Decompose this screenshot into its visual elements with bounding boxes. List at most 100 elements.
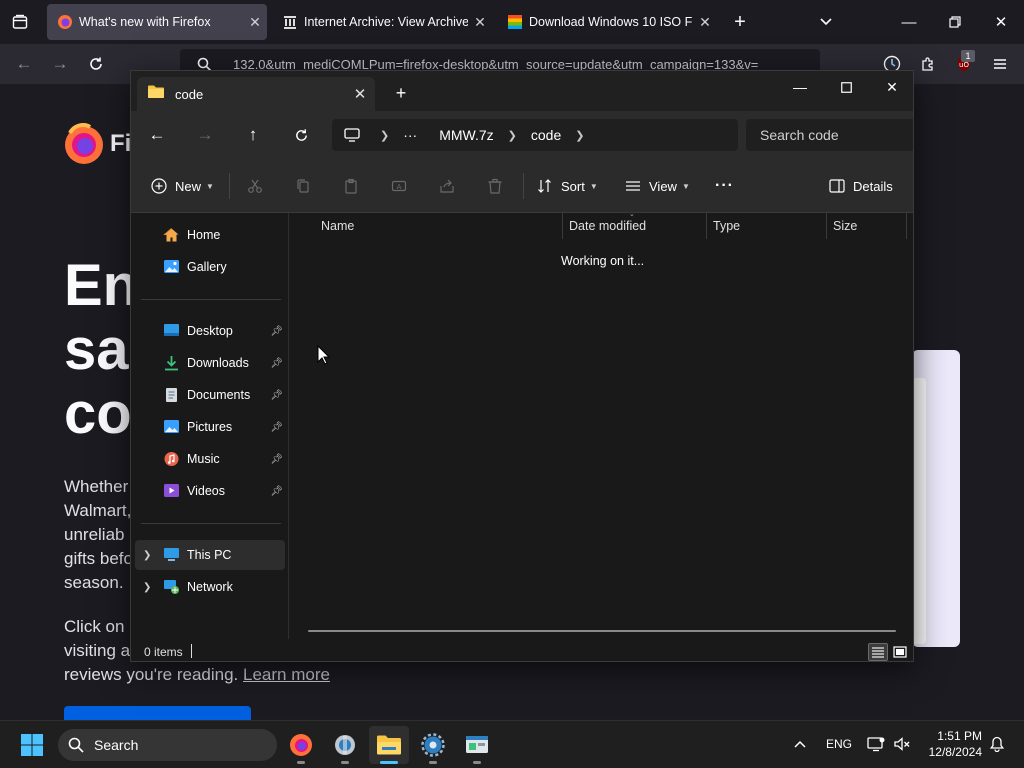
close-tab-icon[interactable]: ✕ [693,14,717,31]
delete-button[interactable] [487,171,503,201]
close-window-icon[interactable]: ✕ [869,71,913,103]
desktop-icon [163,323,181,339]
cta-button[interactable] [64,706,251,720]
see-more-button[interactable]: ··· [715,171,734,201]
view-button[interactable]: View ▼ [625,171,690,201]
taskbar-settings[interactable] [413,726,453,764]
refresh-icon[interactable] [282,117,320,153]
pin-icon[interactable]: 📌︎ [270,326,283,337]
list-all-tabs-icon[interactable] [808,4,844,40]
close-tab-icon[interactable]: ✕ [345,85,375,103]
mouse-cursor-icon [317,344,331,370]
tab-windows-iso[interactable]: Download Windows 10 ISO File ✕ [497,4,717,40]
extensions-icon[interactable] [910,44,946,84]
nav-item-home[interactable]: Home [135,220,285,250]
nav-item-videos[interactable]: Videos 📌︎ [135,476,285,506]
tab-internet-archive[interactable]: Internet Archive: View Archive ✕ [272,4,492,40]
app-menu-icon[interactable] [982,44,1018,84]
nav-item-documents[interactable]: Documents 📌︎ [135,380,285,410]
search-input[interactable]: Search code [746,119,913,151]
minimize-icon[interactable]: — [777,71,823,103]
pictures-icon [163,419,181,435]
chevron-right-icon[interactable]: ❯ [569,129,590,142]
tab-title: Internet Archive: View Archive [304,15,468,29]
chevron-right-icon[interactable]: ❯ [374,129,395,142]
explorer-tab-code[interactable]: code ✕ [137,77,375,111]
back-icon[interactable]: ← [6,44,42,84]
maximize-icon[interactable] [823,71,869,103]
column-divider[interactable] [906,213,907,239]
back-icon[interactable]: ← [138,117,176,153]
firefox-view-icon[interactable] [2,4,38,40]
copy-button[interactable] [295,171,311,201]
network-status-icon[interactable] [862,730,890,758]
tiles-view-button[interactable] [890,643,910,661]
column-header-size[interactable]: Size [827,213,906,239]
breadcrumb-overflow[interactable]: ··· [395,127,425,143]
close-tab-icon[interactable]: ✕ [243,14,267,31]
tab-whats-new[interactable]: What's new with Firefox ✕ [47,4,267,40]
system-clock[interactable]: 1:51 PM 12/8/2024 [906,728,982,760]
chevron-right-icon[interactable]: ❯ [143,582,151,593]
pin-icon[interactable]: 📌︎ [270,422,283,433]
notification-bell-icon[interactable] [986,730,1008,758]
taskbar-rufus[interactable] [325,726,365,764]
reload-icon[interactable] [78,44,114,84]
learn-more-link[interactable]: Learn more [243,665,330,684]
details-pane-icon [829,179,845,193]
column-header-name[interactable]: Name [315,213,561,239]
taskbar-file-explorer[interactable] [369,726,409,764]
horizontal-scrollbar[interactable] [308,630,896,632]
address-bar[interactable]: ❯ ··· MMW.7z ❯ code ❯ [332,119,738,151]
pin-icon[interactable]: 📌︎ [270,390,283,401]
breadcrumb-item[interactable]: MMW.7z [431,127,501,143]
share-button[interactable] [439,171,455,201]
new-tab-icon[interactable]: + [389,81,413,105]
taskbar-search[interactable]: Search [58,729,277,761]
taskbar-control-panel[interactable] [457,726,497,764]
nav-item-this-pc[interactable]: ❯ This PC [135,540,285,570]
rename-button[interactable]: A [391,171,407,201]
paste-button[interactable] [343,171,359,201]
close-tab-icon[interactable]: ✕ [468,14,492,31]
taskbar-firefox[interactable] [281,726,321,764]
nav-item-downloads[interactable]: Downloads 📌︎ [135,348,285,378]
nav-item-label: Music [187,452,220,466]
search-icon [68,737,84,753]
close-window-icon[interactable]: ✕ [978,0,1024,44]
chevron-right-icon[interactable]: ❯ [502,129,523,142]
start-button[interactable] [12,726,52,764]
new-tab-icon[interactable]: + [722,4,758,40]
language-indicator[interactable]: ENG [822,730,856,758]
nav-item-gallery[interactable]: Gallery [135,252,285,282]
forward-icon[interactable]: → [42,44,78,84]
chevron-right-icon[interactable]: ❯ [143,550,151,561]
nav-item-label: This PC [187,548,232,562]
new-button[interactable]: New ▼ [151,171,214,201]
details-view-button[interactable] [868,643,888,661]
restore-icon[interactable] [932,0,978,44]
column-header-type[interactable]: Type [707,213,826,239]
firefox-icon [290,734,312,756]
nav-item-network[interactable]: ❯ Network [135,572,285,602]
details-button[interactable]: Details [829,171,893,201]
up-icon[interactable]: ↑ [234,117,272,153]
divider [523,173,524,199]
nav-item-desktop[interactable]: Desktop 📌︎ [135,316,285,346]
pin-icon[interactable]: 📌︎ [270,486,283,497]
pin-icon[interactable]: 📌︎ [270,454,283,465]
pin-icon[interactable]: 📌︎ [270,358,283,369]
breadcrumb-item[interactable]: code [523,127,569,143]
downloads-icon [163,355,181,371]
nav-item-pictures[interactable]: Pictures 📌︎ [135,412,285,442]
windows-logo-icon [21,734,43,756]
column-header-date-modified[interactable]: Date modified [563,213,706,239]
cut-button[interactable] [247,171,263,201]
minimize-icon[interactable]: — [886,0,932,44]
sort-button[interactable]: Sort ▼ [537,171,598,201]
nav-item-music[interactable]: Music 📌︎ [135,444,285,474]
forward-icon[interactable]: → [186,117,224,153]
svg-text:A: A [397,183,402,191]
control-panel-icon [466,736,488,753]
show-hidden-icons-chevron-up-icon[interactable] [786,730,814,758]
